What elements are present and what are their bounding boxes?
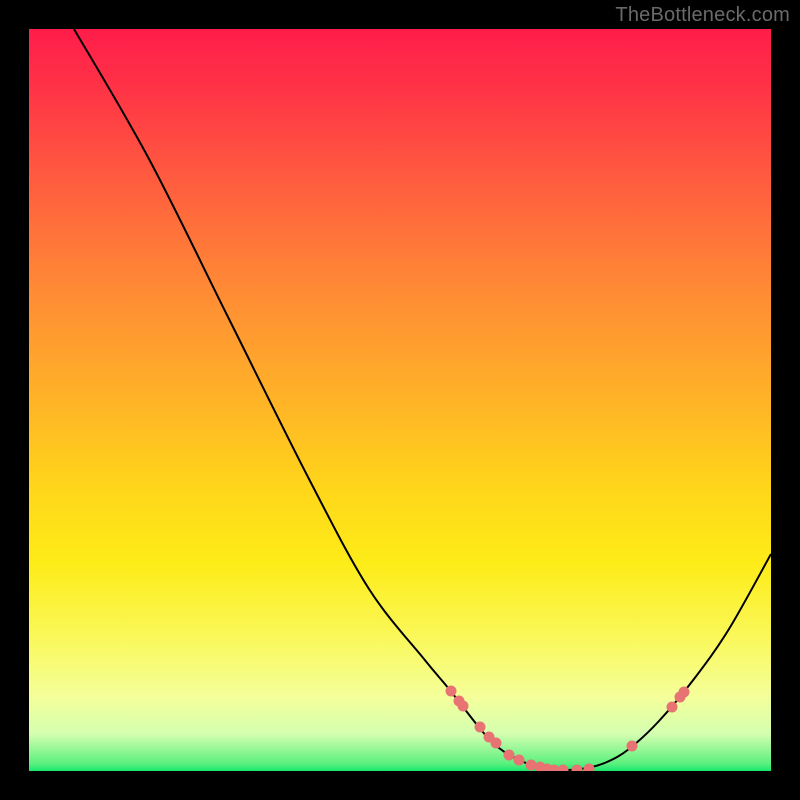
data-marker	[667, 702, 678, 713]
data-marker	[475, 722, 486, 733]
data-marker	[627, 741, 638, 752]
data-marker	[514, 755, 525, 766]
data-marker	[572, 765, 583, 772]
data-marker	[446, 686, 457, 697]
data-marker	[584, 764, 595, 772]
figure-root: TheBottleneck.com	[0, 0, 800, 800]
chart-svg	[29, 29, 771, 771]
data-marker	[504, 750, 515, 761]
data-marker	[558, 765, 569, 772]
plot-area	[29, 29, 771, 771]
attribution-label: TheBottleneck.com	[615, 4, 790, 27]
bottleneck-curve	[74, 29, 771, 770]
data-marker	[458, 701, 469, 712]
data-marker	[491, 738, 502, 749]
data-marker	[679, 687, 690, 698]
